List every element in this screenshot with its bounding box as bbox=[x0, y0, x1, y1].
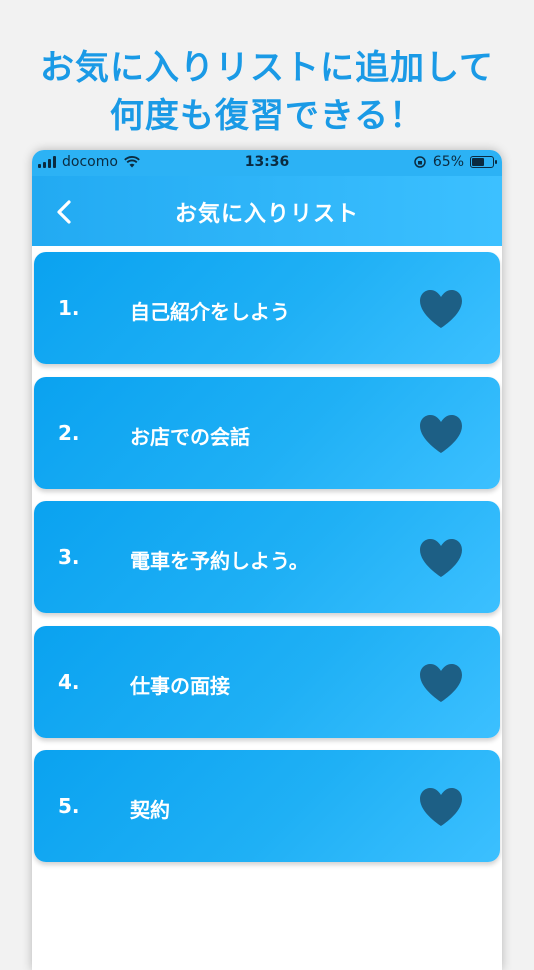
battery-icon bbox=[470, 156, 497, 168]
heart-icon[interactable] bbox=[418, 413, 464, 455]
favorite-number: 1. bbox=[58, 296, 80, 320]
favorite-item[interactable]: 1. 自己紹介をしよう bbox=[34, 252, 500, 364]
favorite-item[interactable]: 3. 電車を予約しよう。 bbox=[34, 501, 500, 613]
orientation-lock-icon bbox=[414, 156, 426, 168]
battery-percent: 65% bbox=[432, 154, 464, 170]
heart-icon[interactable] bbox=[418, 288, 464, 330]
favorite-number: 3. bbox=[58, 545, 80, 569]
heart-icon[interactable] bbox=[418, 786, 464, 828]
promo-line-2: 何度も復習できる！ bbox=[109, 96, 425, 136]
promo-line-1: お気に入りリストに追加して bbox=[40, 48, 494, 88]
page-title: お気に入りリスト bbox=[174, 202, 359, 227]
favorite-item[interactable]: 2. お店での会話 bbox=[34, 376, 500, 489]
navigation-bar: お気に入りリスト bbox=[32, 176, 502, 246]
favorite-title: 自己紹介をしよう bbox=[130, 300, 290, 324]
promo-header: お気に入りリストに追加して 何度も復習できる！ bbox=[0, 0, 534, 150]
favorite-title: 仕事の面接 bbox=[130, 673, 230, 698]
favorite-number: 5. bbox=[58, 794, 80, 818]
heart-icon[interactable] bbox=[418, 662, 464, 704]
battery-fill bbox=[472, 158, 485, 166]
status-bar: docomo 13:36 65% bbox=[32, 150, 502, 176]
favorite-item[interactable]: 4. 仕事の面接 bbox=[34, 625, 500, 738]
favorite-title: 契約 bbox=[130, 798, 170, 822]
status-right: 65% bbox=[413, 154, 497, 170]
favorite-item[interactable]: 5. 契約 bbox=[34, 750, 500, 862]
favorite-number: 2. bbox=[58, 420, 80, 445]
phone-frame: docomo 13:36 65% お気に入りリスト 1. 自己紹介をしよう 2.… bbox=[32, 150, 502, 970]
favorite-title: 電車を予約しよう。 bbox=[130, 549, 309, 573]
favorite-title: お店での会話 bbox=[130, 424, 250, 449]
heart-icon[interactable] bbox=[418, 537, 464, 579]
favorite-number: 4. bbox=[58, 669, 80, 694]
